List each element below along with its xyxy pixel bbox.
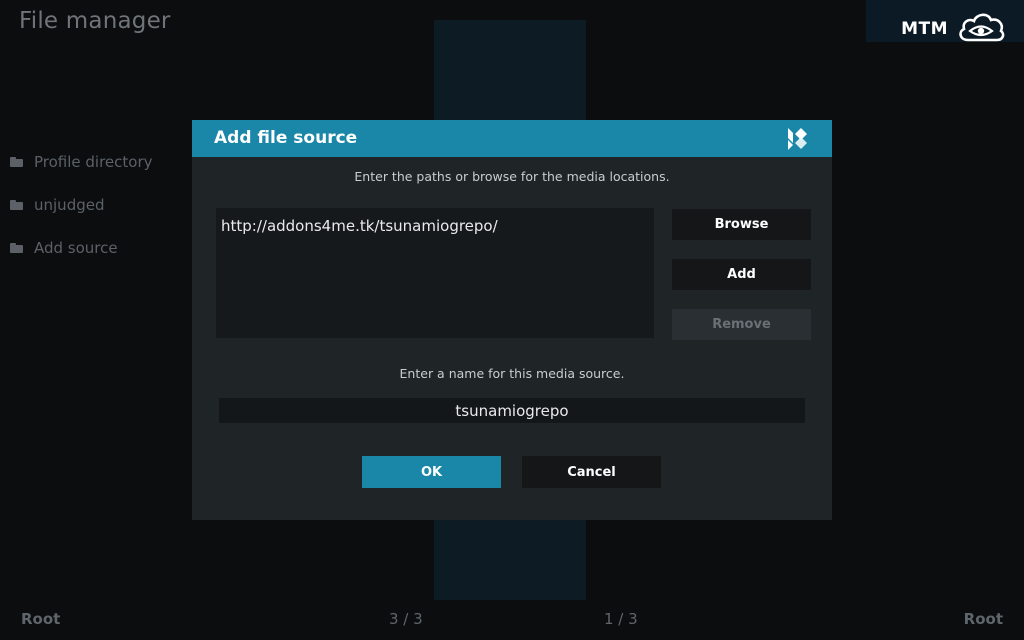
folder-icon	[10, 242, 24, 253]
sidebar-item-label: unjudged	[34, 195, 105, 214]
sidebar-item-label: Profile directory	[34, 152, 153, 171]
paths-instruction: Enter the paths or browse for the media …	[354, 169, 670, 184]
browse-button[interactable]: Browse	[672, 209, 811, 240]
source-name-field[interactable]: tsunamiogrepo	[219, 398, 805, 423]
background-column	[434, 520, 586, 600]
eye-cloud-icon	[956, 10, 1006, 48]
footer-right-page-counter: 1 / 3	[604, 610, 638, 628]
paths-list[interactable]: http://addons4me.tk/tsunamiogrepo/	[216, 208, 654, 338]
cancel-button[interactable]: Cancel	[522, 456, 661, 488]
name-instruction: Enter a name for this media source.	[399, 366, 625, 381]
sidebar-item-add-source[interactable]: Add source	[10, 226, 153, 269]
brand-logo: MTM	[901, 10, 1006, 48]
brand-text: MTM	[901, 19, 948, 39]
sidebar-item-label: Add source	[34, 238, 118, 257]
footer-bar: Root 3 / 3 1 / 3 Root	[0, 600, 1024, 640]
sidebar-item-unjudged[interactable]: unjudged	[10, 183, 153, 226]
dialog-header: Add file source	[192, 120, 832, 157]
sidebar-list: Profile directory unjudged Add source	[10, 140, 153, 269]
remove-button[interactable]: Remove	[672, 309, 811, 340]
footer-left-label: Root	[21, 610, 61, 628]
path-entry[interactable]: http://addons4me.tk/tsunamiogrepo/	[221, 217, 498, 235]
footer-left-page-counter: 3 / 3	[389, 610, 423, 628]
folder-icon	[10, 199, 24, 210]
sidebar-item-profile-directory[interactable]: Profile directory	[10, 140, 153, 183]
kodi-logo-icon	[784, 125, 810, 151]
footer-right-label: Root	[963, 610, 1003, 628]
ok-button[interactable]: OK	[362, 456, 501, 488]
add-file-source-dialog: Add file source Enter the paths or brows…	[192, 120, 832, 520]
page-title: File manager	[19, 8, 171, 34]
folder-icon	[10, 156, 24, 167]
add-button[interactable]: Add	[672, 259, 811, 290]
dialog-title: Add file source	[214, 128, 358, 148]
background-column	[434, 20, 586, 120]
